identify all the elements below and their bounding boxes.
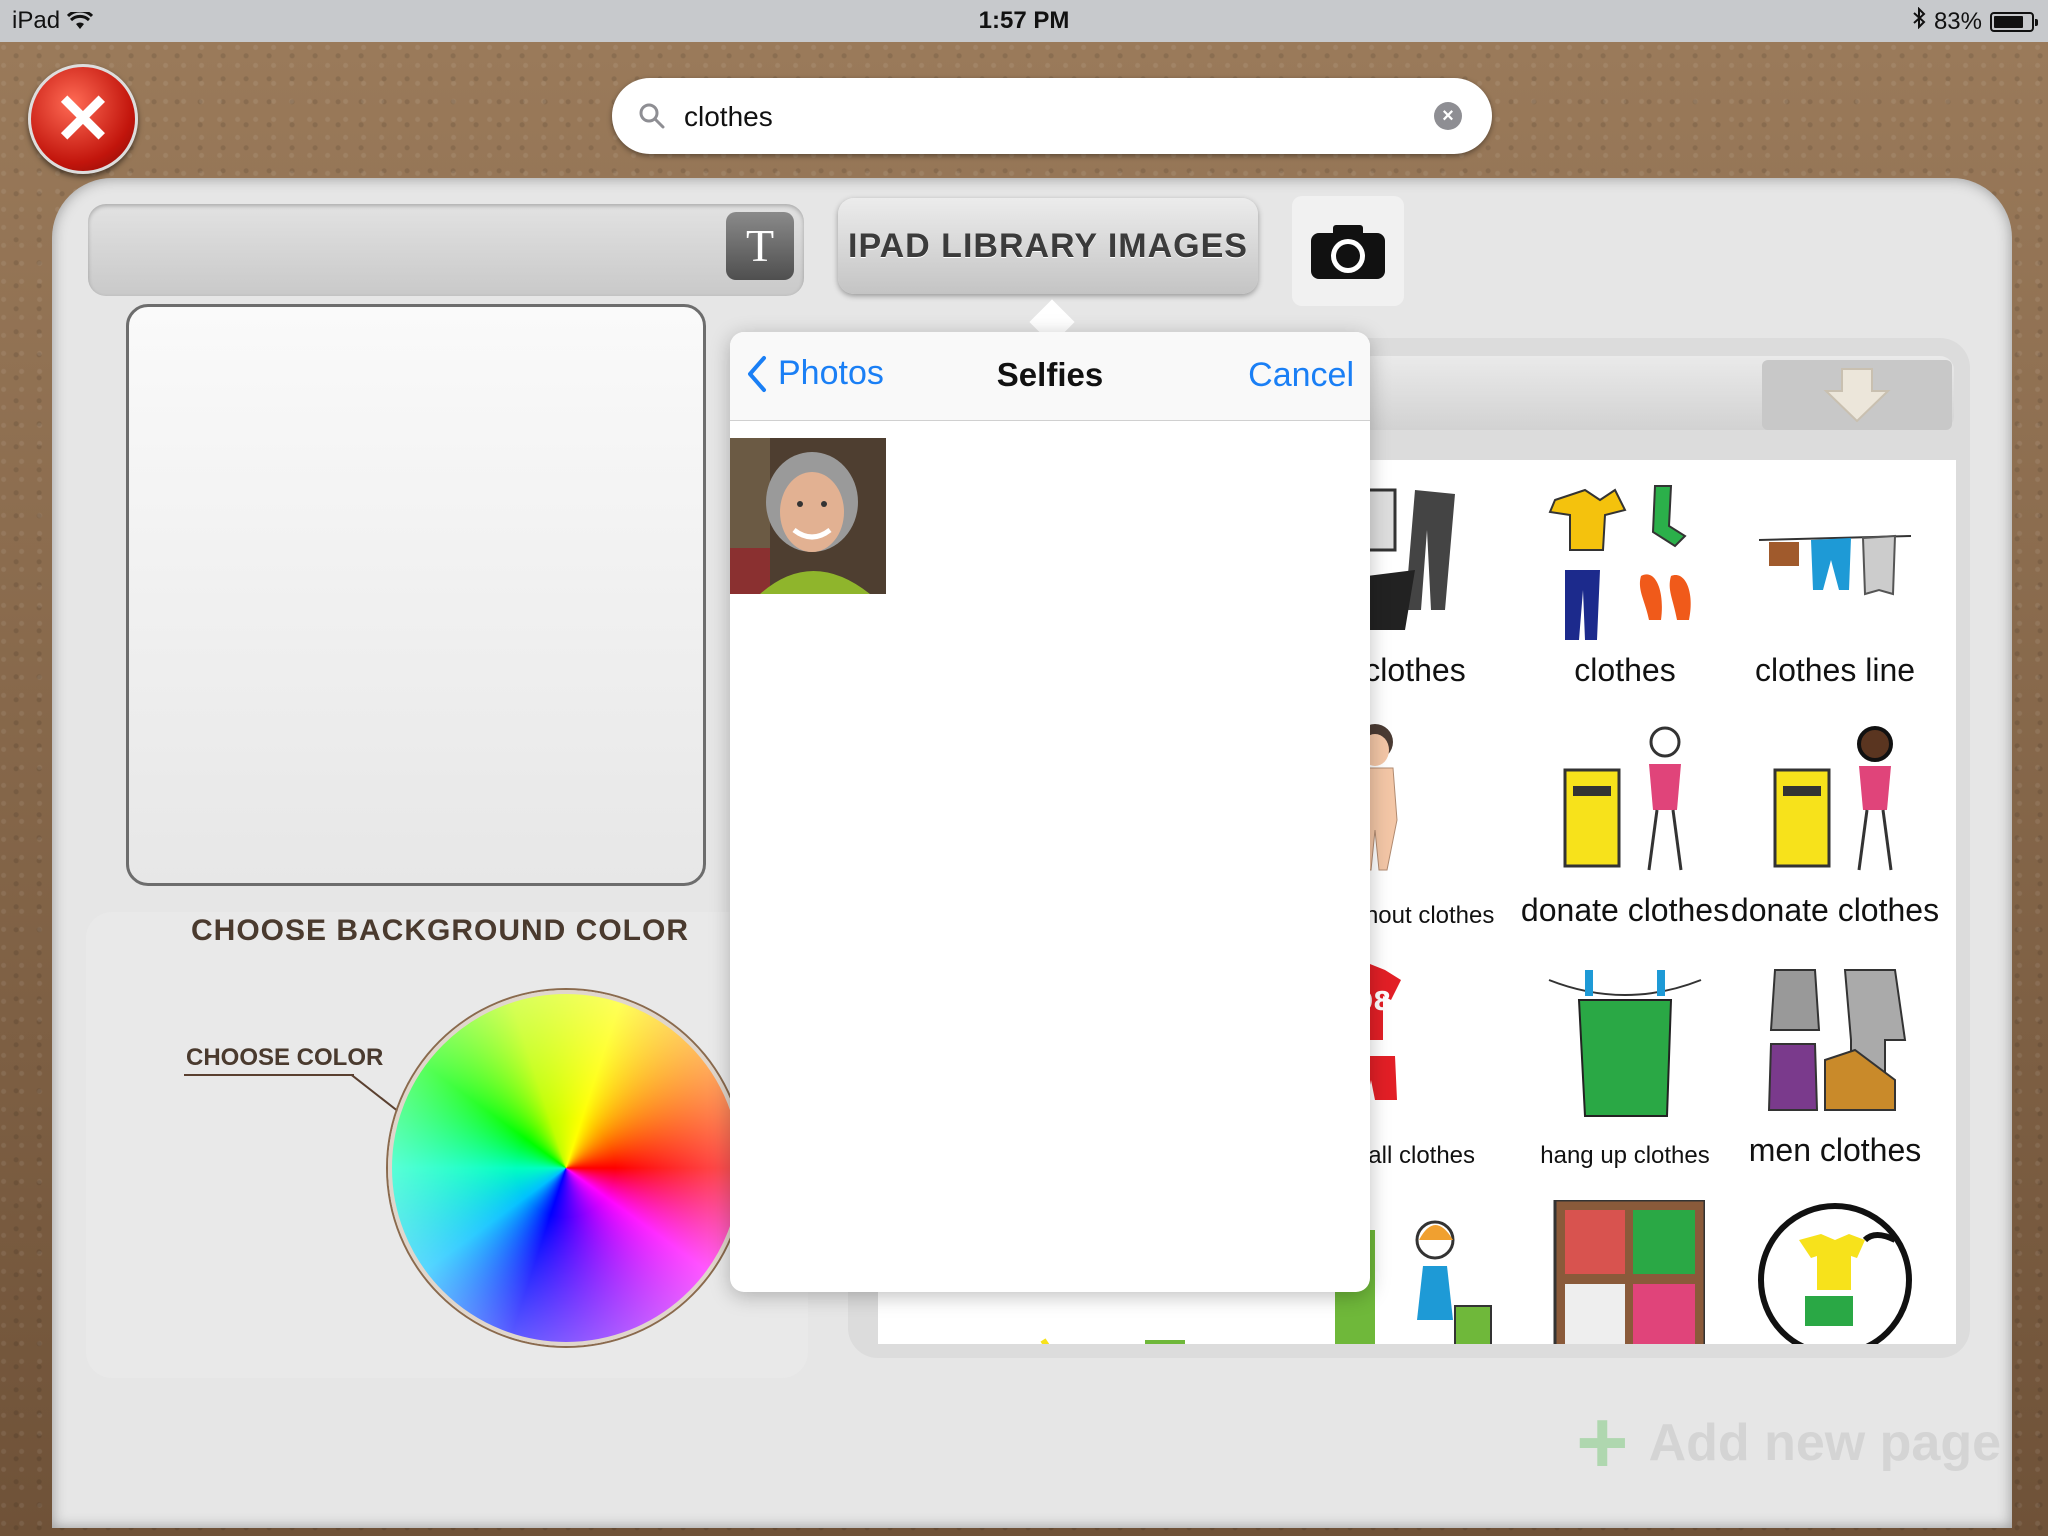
result-item[interactable]: clothes line bbox=[1730, 470, 1940, 710]
clothes-image bbox=[1548, 485, 1691, 640]
color-wheel[interactable] bbox=[388, 990, 744, 1346]
status-bar: iPad 1:57 PM 83% bbox=[0, 0, 2048, 42]
photo-thumbnail[interactable] bbox=[730, 438, 886, 594]
cancel-button[interactable]: Cancel bbox=[1248, 356, 1354, 395]
men-clothes-image bbox=[1767, 969, 1907, 1111]
result-item[interactable]: hang up clothes bbox=[1520, 950, 1730, 1190]
search-input[interactable] bbox=[682, 92, 1426, 142]
result-label: clothes line bbox=[1754, 652, 1916, 688]
photo-picker-popover: Photos Selfies Cancel bbox=[730, 332, 1370, 1292]
result-item[interactable]: clothes bbox=[1520, 470, 1730, 710]
card-preview bbox=[126, 304, 706, 886]
plus-icon: + bbox=[1576, 1392, 1629, 1493]
summer-clothes-image bbox=[1758, 1203, 1912, 1344]
result-label: donate clothes bbox=[1730, 892, 1940, 928]
donate-clothes-image bbox=[1563, 726, 1683, 871]
result-item[interactable]: donate clothes bbox=[1520, 710, 1730, 950]
choose-color-label: CHOOSE COLOR bbox=[186, 1044, 384, 1071]
result-item[interactable] bbox=[1520, 1190, 1730, 1344]
hang-up-clothes-image bbox=[1548, 970, 1702, 1117]
selfie-photo bbox=[730, 438, 886, 594]
status-right: 83% bbox=[1912, 6, 2038, 36]
clear-search-icon[interactable]: × bbox=[1434, 102, 1462, 130]
add-page-label: Add new page bbox=[1648, 1414, 2002, 1472]
camera-button[interactable] bbox=[1292, 196, 1404, 306]
choose-color-underline bbox=[184, 1074, 354, 1076]
down-arrow-icon bbox=[1823, 368, 1891, 423]
add-new-page-button[interactable]: + Add new page bbox=[1576, 1388, 2006, 1498]
close-icon: ✕ bbox=[53, 80, 113, 158]
choose-background-title: CHOOSE BACKGROUND COLOR bbox=[190, 914, 689, 947]
donate-clothes-image bbox=[1773, 726, 1893, 871]
status-time: 1:57 PM bbox=[978, 7, 1070, 34]
ipad-library-button[interactable]: IPAD LIBRARY IMAGES bbox=[838, 198, 1258, 294]
result-label: men clothes bbox=[1748, 1132, 1922, 1168]
scroll-down-button[interactable] bbox=[1762, 360, 1952, 430]
result-item[interactable] bbox=[1730, 1190, 1940, 1344]
search-icon bbox=[639, 103, 665, 129]
close-button[interactable]: ✕ bbox=[28, 64, 138, 174]
search-bar[interactable]: × bbox=[612, 78, 1492, 154]
battery-percent: 83% bbox=[1933, 7, 1982, 35]
text-tool-button[interactable]: T bbox=[726, 212, 794, 280]
clothes-line-image bbox=[1758, 534, 1912, 596]
bluetooth-icon bbox=[1912, 6, 1926, 36]
battery-icon bbox=[1990, 11, 2038, 32]
camera-icon bbox=[1311, 225, 1385, 279]
result-item[interactable]: donate clothes bbox=[1730, 710, 1940, 950]
text-input-bar[interactable] bbox=[88, 204, 804, 296]
closet-image bbox=[1553, 1200, 1705, 1344]
popover-navbar: Photos Selfies Cancel bbox=[730, 332, 1370, 421]
result-item[interactable]: men clothes bbox=[1730, 950, 1940, 1190]
